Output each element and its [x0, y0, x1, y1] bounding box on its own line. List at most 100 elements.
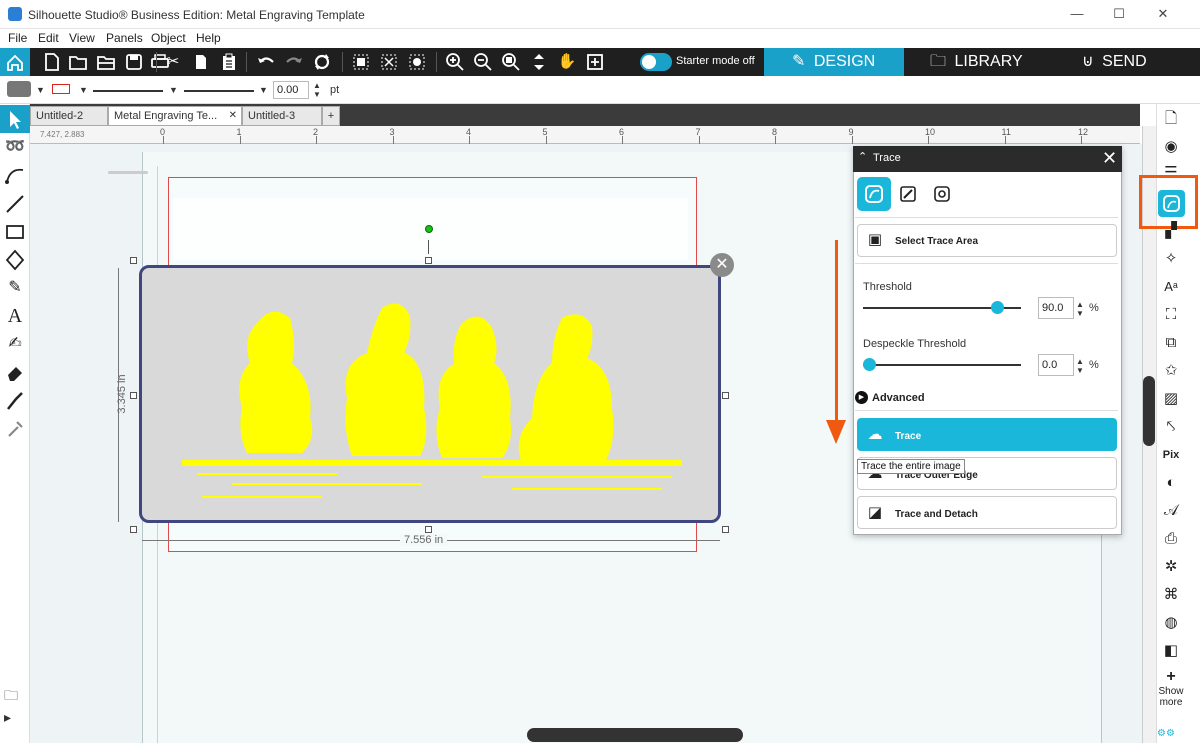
paste-icon[interactable] — [219, 52, 239, 72]
sketch-panel-icon[interactable]: ✧ — [1160, 248, 1182, 270]
replicate-panel-icon[interactable]: ✩ — [1160, 360, 1182, 382]
zoom-selection-icon[interactable] — [501, 52, 521, 72]
fit-to-page-icon[interactable] — [529, 52, 549, 72]
trace-pixscan-button[interactable] — [925, 177, 959, 211]
delete-selection-icon[interactable]: ✕ — [710, 253, 734, 277]
fill-dropdown-caret-icon[interactable]: ▼ — [36, 85, 45, 95]
show-more-button[interactable]: Show more — [1156, 686, 1186, 708]
trace-pen-button[interactable] — [891, 177, 925, 211]
threshold-spinner-icon[interactable]: ▲ ▼ — [1076, 300, 1084, 318]
refresh-icon[interactable] — [312, 52, 332, 72]
line-weight-dropdown-caret-icon[interactable]: ▼ — [259, 85, 268, 95]
knife-tool-icon[interactable] — [4, 389, 26, 411]
open-folder-icon[interactable] — [96, 52, 116, 72]
line-color-swatch[interactable] — [52, 84, 70, 94]
page-setup-icon[interactable]: 🗋 — [1160, 108, 1182, 130]
line-style-sample[interactable] — [93, 90, 163, 92]
resize-handle-bottom-left[interactable] — [130, 526, 137, 533]
resize-handle-top[interactable] — [425, 257, 432, 264]
despeckle-spinner-icon[interactable]: ▲ ▼ — [1076, 357, 1084, 375]
line-weight-input[interactable]: 0.00 — [273, 81, 309, 99]
globe-panel-icon[interactable]: ◍ — [1160, 612, 1182, 634]
text-tool-icon[interactable]: A — [4, 305, 26, 327]
menu-view[interactable]: View — [69, 31, 95, 45]
zoom-in-icon[interactable] — [445, 52, 465, 72]
advanced-expand-icon[interactable]: ▶ — [855, 391, 868, 404]
menu-object[interactable]: Object — [151, 31, 186, 45]
despeckle-slider[interactable] — [863, 364, 1021, 366]
close-panel-icon[interactable]: ✕ — [1102, 147, 1120, 169]
tab-library[interactable]: 🗀 LIBRARY — [904, 48, 1044, 76]
minimize-button[interactable]: — — [1064, 5, 1090, 23]
resize-handle-bottom[interactable] — [425, 526, 432, 533]
warp-panel-icon[interactable]: ⌘ — [1160, 584, 1182, 606]
vertical-scrollbar[interactable] — [1143, 376, 1155, 446]
resize-handle-bottom-right[interactable] — [722, 526, 729, 533]
fill-panel-icon[interactable]: ◉ — [1160, 136, 1182, 158]
home-button[interactable] — [0, 48, 30, 76]
print-cut-panel-icon[interactable]: ⎙ — [1160, 528, 1182, 550]
pan-hand-icon[interactable]: ✋ — [557, 52, 577, 72]
rotate-handle[interactable] — [425, 225, 433, 233]
engraving-image-plate[interactable] — [139, 265, 721, 523]
new-page-icon[interactable] — [42, 52, 62, 72]
modify-panel-icon[interactable]: ⧉ — [1160, 332, 1182, 354]
line-style-dropdown-caret-icon[interactable]: ▼ — [169, 85, 178, 95]
redo-icon[interactable] — [284, 52, 304, 72]
doc-tab-untitled-2[interactable]: Untitled-2 — [30, 106, 108, 126]
text-frame-tool-icon[interactable]: ✍ — [4, 333, 26, 355]
library-folder-button-icon[interactable]: 🗀 ▸ — [4, 685, 26, 725]
offset-panel-icon[interactable]: ▞ — [1160, 220, 1182, 242]
cut-icon[interactable]: ✂ — [163, 52, 183, 72]
line-weight-spinner-icon[interactable]: ▲ ▼ — [313, 81, 321, 99]
threshold-input[interactable]: 90.0 — [1038, 297, 1074, 319]
layers-panel-icon[interactable]: ◧ — [1160, 640, 1182, 662]
menu-panels[interactable]: Panels — [106, 31, 143, 45]
fill-pattern-panel-icon[interactable]: ▨ — [1160, 388, 1182, 410]
tab-design[interactable]: ✎ DESIGN — [764, 48, 904, 76]
fill-color-swatch[interactable] — [7, 81, 31, 97]
zoom-out-icon[interactable] — [473, 52, 493, 72]
line-color-dropdown-caret-icon[interactable]: ▼ — [79, 85, 88, 95]
bezier-tool-icon[interactable] — [4, 164, 26, 186]
eyedropper-tool-icon[interactable] — [4, 417, 26, 439]
despeckle-input[interactable]: 0.0 — [1038, 354, 1074, 376]
rectangle-tool-icon[interactable] — [4, 221, 26, 243]
transform-panel-icon[interactable]: ⛶ — [1160, 304, 1182, 326]
doc-tab-untitled-3[interactable]: Untitled-3 — [242, 106, 322, 126]
close-tab-icon[interactable]: ✕ — [229, 110, 237, 121]
tab-send[interactable]: ⊍ SEND — [1044, 48, 1200, 76]
menu-edit[interactable]: Edit — [38, 31, 59, 45]
resize-handle-right[interactable] — [722, 392, 729, 399]
resize-handle-left[interactable] — [130, 392, 137, 399]
polygon-tool-icon[interactable] — [4, 249, 26, 271]
puzzle-panel-icon[interactable]: ✲ — [1160, 556, 1182, 578]
close-window-button[interactable]: ✕ — [1150, 5, 1176, 23]
add-tab-button[interactable]: + — [322, 106, 340, 126]
threshold-slider-knob[interactable] — [991, 301, 1004, 314]
eraser-tool-icon[interactable] — [4, 361, 26, 383]
line-tool-icon[interactable] — [4, 193, 26, 215]
line-weight-sample[interactable] — [184, 90, 254, 92]
horizontal-scrollbar[interactable] — [527, 728, 743, 742]
copy-icon[interactable] — [191, 52, 211, 72]
open-icon[interactable] — [68, 52, 88, 72]
group-icon[interactable] — [351, 52, 371, 72]
pixscan-panel-icon[interactable]: Pix — [1160, 444, 1182, 466]
pencil-tool-icon[interactable]: ✎ — [4, 277, 26, 299]
menu-file[interactable]: File — [8, 31, 27, 45]
trace-mode-button[interactable] — [857, 177, 891, 211]
text-style-panel-icon[interactable]: Aᵃ — [1160, 276, 1182, 298]
contrast-panel-icon[interactable]: ◐ — [1160, 472, 1182, 494]
undo-icon[interactable] — [256, 52, 276, 72]
ungroup-icon[interactable] — [379, 52, 399, 72]
add-page-icon[interactable] — [585, 52, 605, 72]
sketch-font-panel-icon[interactable]: 𝒜 — [1160, 500, 1182, 522]
deselect-icon[interactable] — [407, 52, 427, 72]
menu-help[interactable]: Help — [196, 31, 221, 45]
maximize-button[interactable]: ☐ — [1106, 5, 1132, 23]
save-icon[interactable] — [124, 52, 144, 72]
knife-panel-icon[interactable]: ⤣ — [1160, 416, 1182, 438]
resize-handle-top-left[interactable] — [130, 257, 137, 264]
advanced-toggle[interactable]: Advanced — [872, 392, 925, 404]
